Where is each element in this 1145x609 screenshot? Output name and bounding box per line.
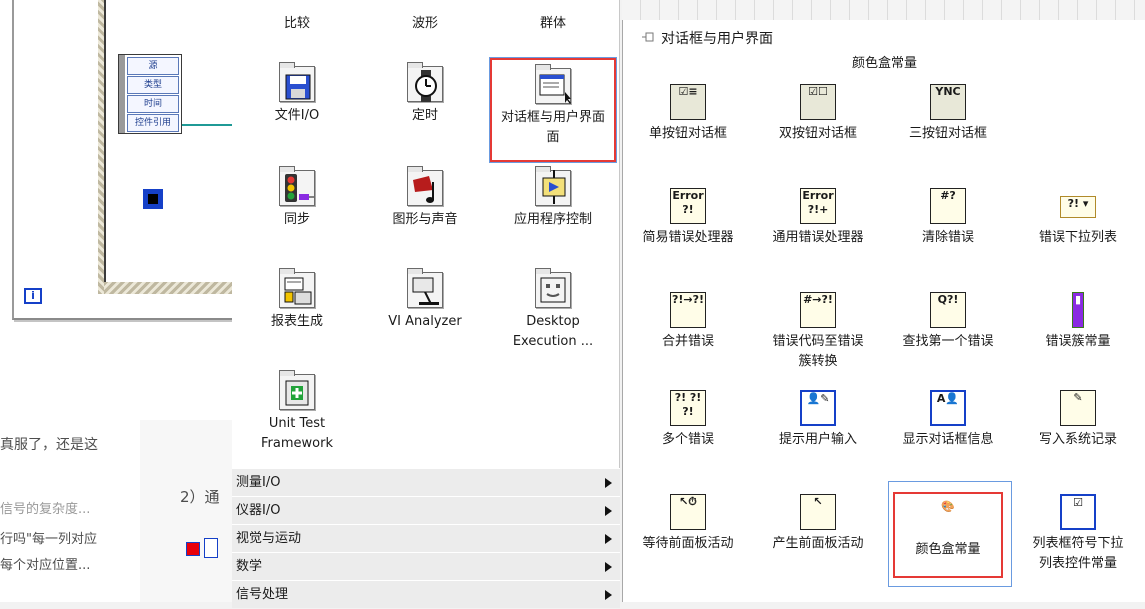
blog-text-background: 真服了，还是这 信号的复杂度... 行吗"每一列对应 每个对应位置... 2）通: [0, 420, 232, 602]
palette-submenu-list: 测量I/O 仪器I/O 视觉与运动 数学 信号处理: [232, 468, 620, 608]
palette-item-unit-test-framework[interactable]: Unit Test Framework: [238, 370, 356, 454]
dialog-button-icon: ☑☐: [800, 84, 836, 120]
chevron-right-icon: [605, 534, 612, 544]
chevron-right-icon: [605, 478, 612, 488]
blog-line: 行吗"每一列对应: [0, 532, 97, 547]
merge-errors-icon: ?!→?!: [670, 292, 706, 328]
merge-errors[interactable]: ?!→?! 合并错误: [623, 292, 753, 352]
submenu-vision-motion[interactable]: 视觉与运动: [232, 524, 620, 552]
microscope-icon: [403, 268, 447, 312]
wait-for-front-panel-activity[interactable]: ↖⏱ 等待前面板活动: [623, 494, 753, 554]
dialog-ui-subpalette: 对话框与用户界面 颜色盒常量 ☑≡ 单按钮对话框 ☑☐ 双按钮对话框 YNC 三…: [622, 20, 1145, 602]
event-field-ctlref: 控件引用: [127, 114, 179, 132]
find-first-error[interactable]: Q?! 查找第一个错误: [883, 292, 1013, 352]
diagram-thumbnail-icon: [204, 538, 218, 558]
one-button-dialog[interactable]: ☑≡ 单按钮对话框: [623, 84, 753, 144]
palette-item-waveform[interactable]: 波形: [366, 0, 484, 34]
app-control-icon: [531, 166, 575, 210]
case-structure-frame: [104, 0, 244, 292]
listbox-symbol-ring-constant[interactable]: ☑ 列表框符号下拉 列表控件常量: [1013, 494, 1143, 574]
message-user-icon: A👤: [930, 390, 966, 426]
error-cluster-icon: ▮: [1060, 292, 1096, 328]
iteration-terminal-icon[interactable]: i: [24, 288, 42, 304]
blog-line: 每个对应位置...: [0, 558, 91, 573]
front-panel-grid-background: [622, 0, 1145, 20]
two-button-dialog[interactable]: ☑☐ 双按钮对话框: [753, 84, 883, 144]
palette-icon: 🎨: [941, 500, 955, 513]
palette-item-comparison[interactable]: 比较: [238, 0, 356, 34]
blog-line: 真服了，还是这: [0, 437, 98, 453]
palette-item-timing[interactable]: 定时: [366, 62, 484, 126]
event-data-node[interactable]: 源 类型 时间 控件引用: [118, 54, 182, 134]
traffic-light-icon: [275, 166, 319, 210]
palette-item-file-io[interactable]: 文件I/O: [238, 62, 356, 126]
error-handler-icon: Error ?!: [670, 188, 706, 224]
multiple-errors-icon: ?! ?! ?!: [670, 390, 706, 426]
listbox-icon: ☑: [1060, 494, 1096, 530]
event-field-time: 时间: [127, 95, 179, 113]
error-ring[interactable]: ?! ▾ 错误下拉列表: [1013, 188, 1143, 248]
watch-icon: [403, 62, 447, 106]
submenu-signal-processing[interactable]: 信号处理: [232, 580, 620, 608]
cursor-timer-icon: ↖⏱: [670, 494, 706, 530]
dialog-window-icon: [531, 64, 575, 108]
printer-icon: [275, 268, 319, 312]
chevron-right-icon: [605, 590, 612, 600]
three-button-dialog[interactable]: YNC 三按钮对话框: [883, 84, 1013, 144]
hovered-item-tooltip: 颜色盒常量: [851, 56, 917, 71]
general-error-handler[interactable]: Error ?!+ 通用错误处理器: [753, 188, 883, 248]
dialog-button-icon: ☑≡: [670, 84, 706, 120]
unit-test-icon: [275, 370, 319, 414]
palette-item-desktop-execution[interactable]: Desktop Execution ...: [494, 268, 612, 352]
subpalette-title: 对话框与用户界面: [641, 28, 773, 48]
error-handler-icon: Error ?!+: [800, 188, 836, 224]
chevron-right-icon: [605, 562, 612, 572]
functions-palette: 比较 波形 群体 文件I/O 定时 对话框与用户界面 面 同步 图形与声音 应用…: [232, 0, 620, 608]
floppy-disk-icon: [275, 62, 319, 106]
simple-error-handler[interactable]: Error ?! 简易错误处理器: [623, 188, 753, 248]
desktop-execution-icon: [531, 268, 575, 312]
write-to-system-log[interactable]: ✎ 写入系统记录: [1013, 390, 1143, 450]
blog-heading: 2）通: [180, 488, 220, 506]
cursor-icon: ↖: [800, 494, 836, 530]
submenu-mathematics[interactable]: 数学: [232, 552, 620, 580]
block-diagram-background: 源 类型 时间 控件引用 i: [0, 0, 252, 420]
clear-errors[interactable]: #? 清除错误: [883, 188, 1013, 248]
pin-icon[interactable]: [641, 31, 655, 43]
event-field-type: 类型: [127, 76, 179, 94]
error-code-icon: #→?!: [800, 292, 836, 328]
dialog-button-icon: YNC: [930, 84, 966, 120]
diagram-thumbnail-icon: [186, 542, 200, 556]
submenu-instrument-io[interactable]: 仪器I/O: [232, 496, 620, 524]
music-note-icon: [403, 166, 447, 210]
user-prompt-icon: 👤✎: [800, 390, 836, 426]
palette-item-vi-analyzer[interactable]: VI Analyzer: [366, 268, 484, 332]
color-box-constant[interactable]: 🎨 颜色盒常量: [893, 492, 1003, 578]
stop-terminal[interactable]: [143, 189, 163, 209]
chevron-right-icon: [605, 506, 612, 516]
error-ring-icon: ?! ▾: [1060, 188, 1096, 224]
case-structure-bottom-border: [104, 282, 244, 294]
palette-item-application-control[interactable]: 应用程序控制: [494, 166, 612, 230]
prompt-user-for-input[interactable]: 👤✎ 提示用户输入: [753, 390, 883, 450]
event-field-source: 源: [127, 57, 179, 75]
error-cluster-constant[interactable]: ▮ 错误簇常量: [1013, 292, 1143, 352]
palette-item-dialog-ui[interactable]: 对话框与用户界面 面: [489, 57, 617, 163]
palette-item-synchronization[interactable]: 同步: [238, 166, 356, 230]
palette-item-report-generation[interactable]: 报表生成: [238, 268, 356, 332]
blog-line: 信号的复杂度...: [0, 502, 91, 517]
multiple-errors[interactable]: ?! ?! ?! 多个错误: [623, 390, 753, 450]
eraser-icon: #?: [930, 188, 966, 224]
find-error-icon: Q?!: [930, 292, 966, 328]
palette-item-graphics-sound[interactable]: 图形与声音: [366, 166, 484, 230]
display-message-to-user[interactable]: A👤 显示对话框信息: [883, 390, 1013, 450]
pen-icon: ✎: [1060, 390, 1096, 426]
submenu-measurement-io[interactable]: 测量I/O: [232, 468, 620, 496]
color-box-constant-hover-frame: 🎨 颜色盒常量: [888, 481, 1012, 587]
error-code-to-error-cluster[interactable]: #→?! 错误代码至错误 簇转换: [753, 292, 883, 372]
generate-front-panel-activity[interactable]: ↖ 产生前面板活动: [753, 494, 883, 554]
palette-item-cluster[interactable]: 群体: [494, 0, 612, 34]
